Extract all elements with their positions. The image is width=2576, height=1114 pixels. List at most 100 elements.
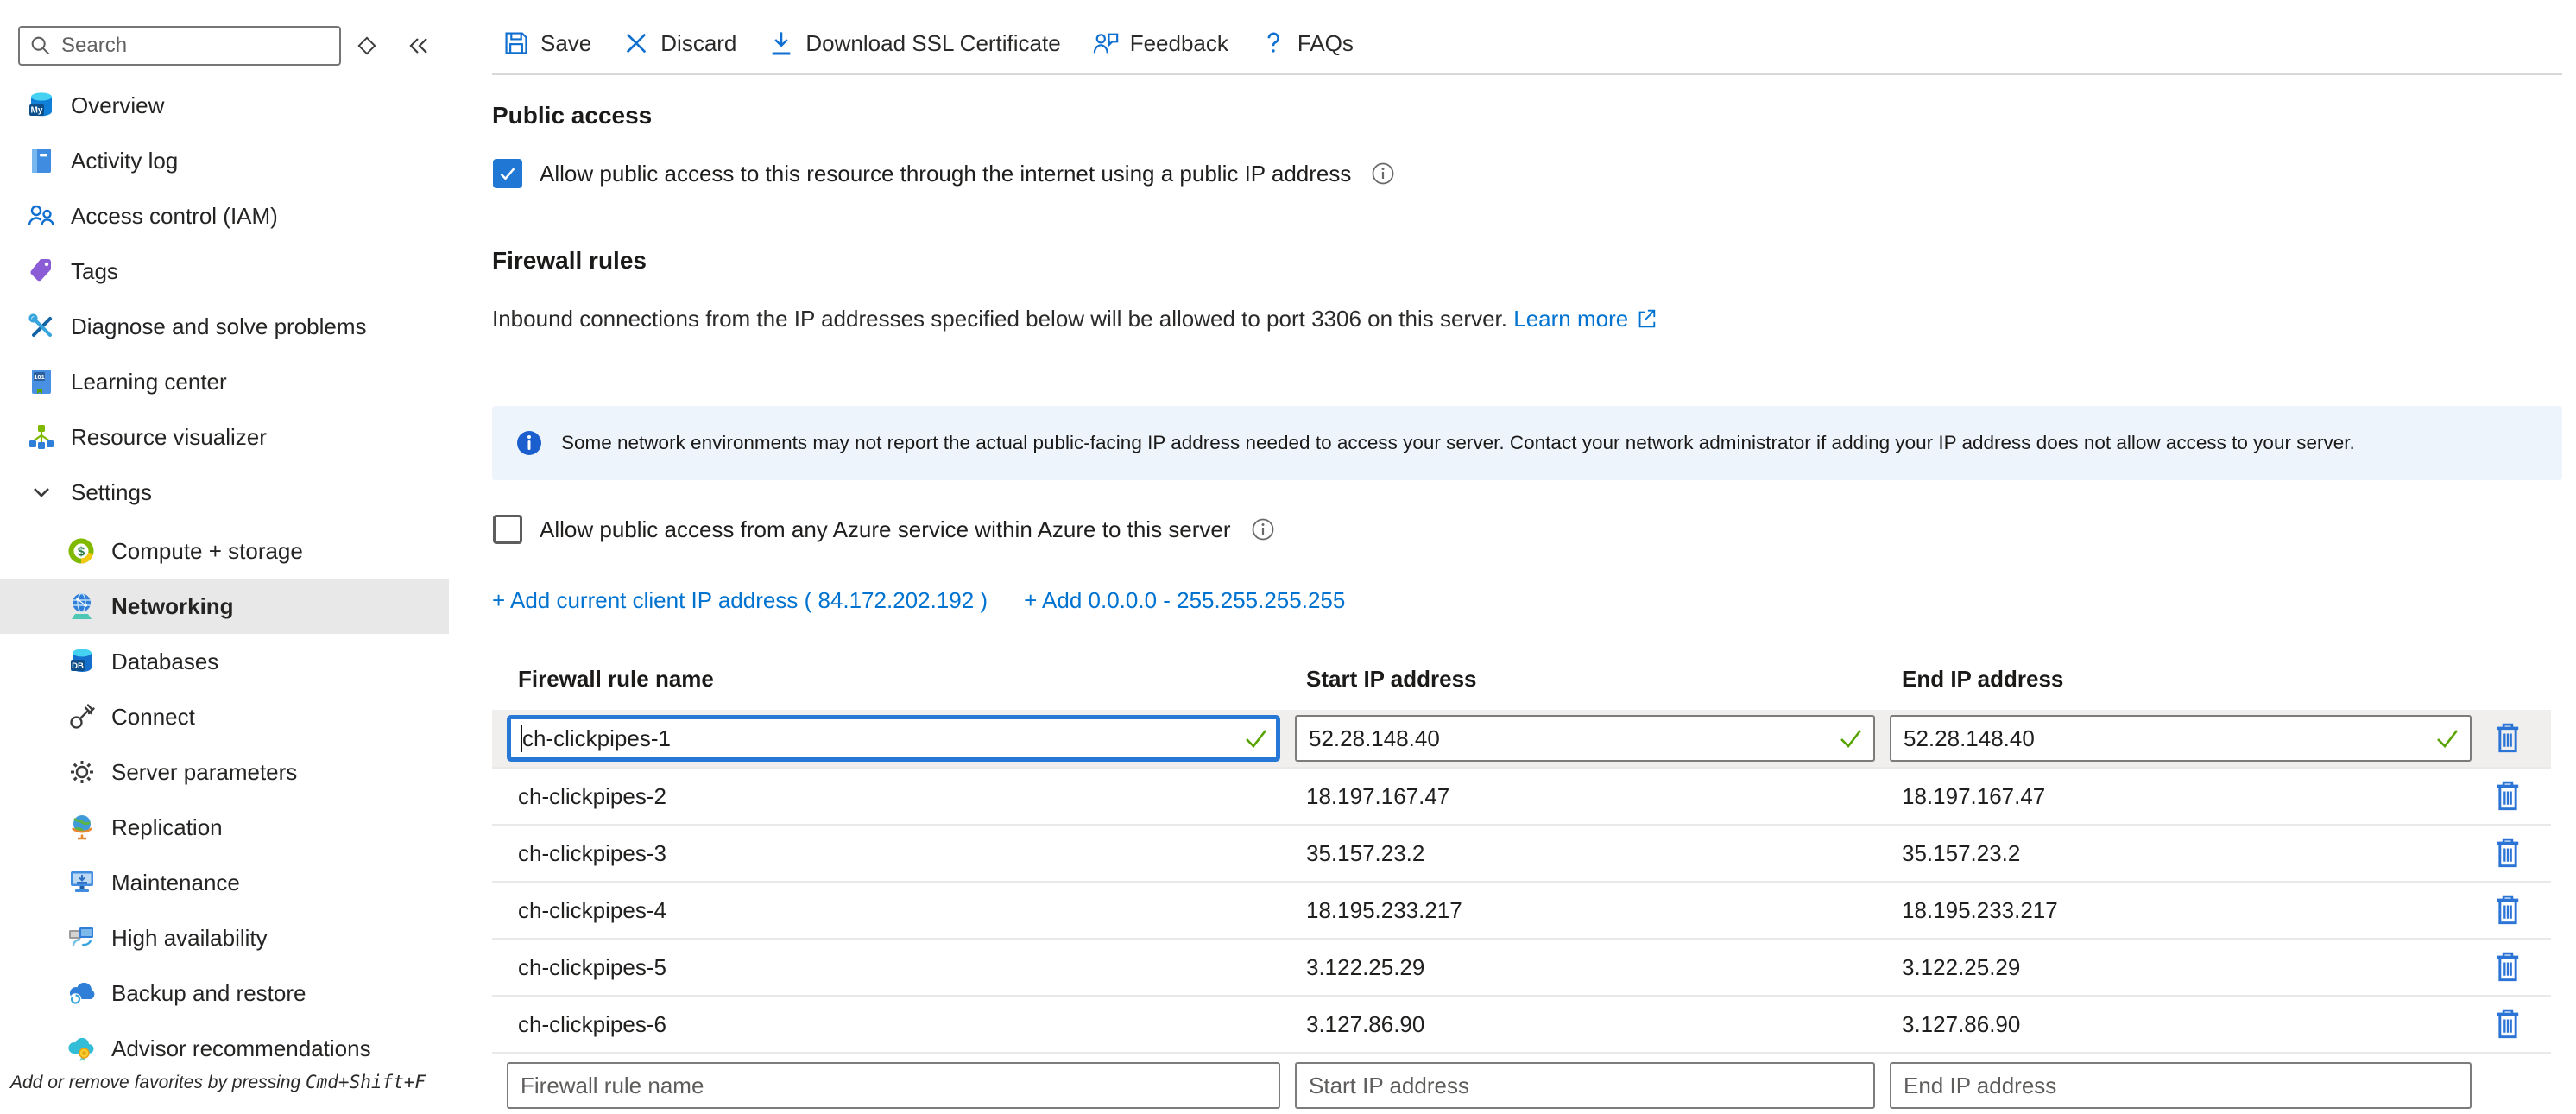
rule-name-cell[interactable]: ch-clickpipes-5 (492, 954, 1295, 981)
end-ip-cell[interactable]: 35.157.23.2 (1888, 840, 2482, 867)
sidebar-item-settings[interactable]: Settings (0, 465, 449, 520)
header-start-ip: Start IP address (1295, 666, 1888, 693)
discard-icon (622, 29, 650, 57)
rule-name-cell[interactable]: ch-clickpipes-6 (492, 1011, 1295, 1038)
databases-icon: DB (66, 646, 98, 677)
sidebar-item-backup-and-restore[interactable]: Backup and restore (0, 965, 449, 1021)
sidebar-item-label: Settings (71, 479, 152, 506)
search-box[interactable] (18, 26, 341, 66)
info-banner: Some network environments may not report… (492, 406, 2562, 480)
tags-icon (26, 256, 57, 287)
sidebar-item-maintenance[interactable]: Maintenance (0, 855, 449, 910)
start-ip-cell[interactable]: 18.197.167.47 (1295, 783, 1888, 810)
collapse-sidebar-icon[interactable] (404, 31, 433, 60)
end-ip-input[interactable] (1890, 715, 2472, 762)
info-icon[interactable] (1370, 161, 1396, 187)
end-ip-cell[interactable]: 3.127.86.90 (1888, 1011, 2482, 1038)
sidebar-item-high-availability[interactable]: High availability (0, 910, 449, 965)
end-ip-cell[interactable]: 18.197.167.47 (1888, 783, 2482, 810)
delete-rule-button[interactable] (2489, 1005, 2527, 1043)
end-ip-cell[interactable]: 18.195.233.217 (1888, 897, 2482, 924)
end-ip-cell[interactable]: 3.122.25.29 (1888, 954, 2482, 981)
sidebar-item-label: Connect (111, 704, 195, 731)
sidebar-item-overview[interactable]: MyOverview (0, 78, 449, 133)
discard-button[interactable]: Discard (622, 29, 736, 57)
toolbar: Save Discard Download SSL Certificate Fe… (502, 21, 1354, 66)
azure-services-checkbox-row: Allow public access from any Azure servi… (493, 515, 1276, 544)
search-input[interactable] (60, 33, 313, 59)
sidebar-item-label: High availability (111, 925, 268, 952)
start-ip-cell[interactable]: 35.157.23.2 (1295, 840, 1888, 867)
sidebar-item-compute-storage[interactable]: $Compute + storage (0, 523, 449, 579)
sidebar-item-label: Compute + storage (111, 538, 303, 565)
firewall-rule-row: ch-clickpipes-63.127.86.903.127.86.90 (492, 995, 2551, 1052)
save-button[interactable]: Save (502, 29, 591, 57)
sidebar-item-label: Tags (71, 258, 118, 285)
sidebar-item-server-parameters[interactable]: Server parameters (0, 744, 449, 800)
download-ssl-certificate-button[interactable]: Download SSL Certificate (767, 29, 1060, 57)
faq-icon (1260, 29, 1287, 57)
sidebar-item-label: Maintenance (111, 870, 240, 896)
firewall-rules-heading: Firewall rules (492, 247, 647, 275)
feedback-label: Feedback (1130, 30, 1228, 57)
public-access-checkbox[interactable] (493, 159, 522, 188)
sidebar-item-activity-log[interactable]: Activity log (0, 133, 449, 188)
add-rule-links: + Add current client IP address ( 84.172… (492, 587, 1345, 614)
info-icon[interactable] (1250, 516, 1276, 542)
sidebar-item-resource-visualizer[interactable]: Resource visualizer (0, 409, 449, 465)
start-ip-cell[interactable]: 3.122.25.29 (1295, 954, 1888, 981)
favorites-hint-keys: Cmd+Shift+F (306, 1072, 426, 1092)
sidebar-item-label: Diagnose and solve problems (71, 313, 367, 340)
sidebar-item-access-control-iam[interactable]: Access control (IAM) (0, 188, 449, 244)
sidebar-item-label: Replication (111, 814, 223, 841)
rule-name-cell[interactable]: ch-clickpipes-4 (492, 897, 1295, 924)
delete-rule-button[interactable] (2489, 891, 2527, 929)
sidebar-item-label: Activity log (71, 148, 178, 174)
faqs-button[interactable]: FAQs (1260, 29, 1354, 57)
feedback-button[interactable]: Feedback (1092, 29, 1228, 57)
sidebar-item-learning-center[interactable]: 101Learning center (0, 354, 449, 409)
new-end-ip-input[interactable] (1890, 1062, 2472, 1109)
sidebar-item-label: Overview (71, 92, 164, 119)
firewall-rule-row-editing (492, 710, 2551, 767)
learn-more-link[interactable]: Learn more (1513, 306, 1657, 332)
start-ip-cell[interactable]: 3.127.86.90 (1295, 1011, 1888, 1038)
delete-rule-button[interactable] (2489, 719, 2527, 757)
firewall-rule-row: ch-clickpipes-53.122.25.293.122.25.29 (492, 938, 2551, 995)
advisor-recommendations-icon (66, 1033, 98, 1064)
delete-rule-button[interactable] (2489, 777, 2527, 815)
svg-text:101: 101 (34, 373, 45, 381)
rule-name-cell[interactable]: ch-clickpipes-2 (492, 783, 1295, 810)
new-rule-name-input[interactable] (507, 1062, 1280, 1109)
start-ip-input[interactable] (1295, 715, 1875, 762)
save-label: Save (540, 30, 591, 57)
firewall-description-text: Inbound connections from the IP addresse… (492, 306, 1507, 332)
access-control-icon (26, 200, 57, 231)
azure-services-checkbox[interactable] (493, 515, 522, 544)
rule-name-input[interactable] (507, 715, 1280, 762)
sidebar-item-tags[interactable]: Tags (0, 244, 449, 299)
activity-log-icon (26, 145, 57, 176)
add-all-ips-link[interactable]: + Add 0.0.0.0 - 255.255.255.255 (1024, 587, 1345, 614)
sidebar-item-label: Access control (IAM) (71, 203, 278, 230)
sidebar-item-diagnose-and-solve-problems[interactable]: Diagnose and solve problems (0, 299, 449, 354)
save-icon (502, 29, 530, 57)
sidebar-item-databases[interactable]: DBDatabases (0, 634, 449, 689)
sidebar-item-networking[interactable]: Networking (0, 579, 449, 634)
header-end-ip: End IP address (1888, 666, 2482, 693)
delete-rule-button[interactable] (2489, 834, 2527, 872)
sidebar-item-connect[interactable]: Connect (0, 689, 449, 744)
sidebar-item-replication[interactable]: Replication (0, 800, 449, 855)
new-start-ip-input[interactable] (1295, 1062, 1875, 1109)
faqs-label: FAQs (1297, 30, 1354, 57)
public-access-heading: Public access (492, 102, 652, 130)
sidebar-item-advisor-recommendations[interactable]: Advisor recommendations (0, 1021, 449, 1076)
rule-name-cell[interactable]: ch-clickpipes-3 (492, 840, 1295, 867)
favorites-diamond-icon[interactable] (352, 31, 382, 60)
sidebar-menu: MyOverview Activity log Access control (IA… (0, 78, 449, 1076)
add-client-ip-link[interactable]: + Add current client IP address ( 84.172… (492, 587, 988, 614)
public-access-checkbox-row: Allow public access to this resource thr… (493, 159, 1396, 188)
svg-text:DB: DB (72, 661, 84, 671)
start-ip-cell[interactable]: 18.195.233.217 (1295, 897, 1888, 924)
delete-rule-button[interactable] (2489, 948, 2527, 986)
